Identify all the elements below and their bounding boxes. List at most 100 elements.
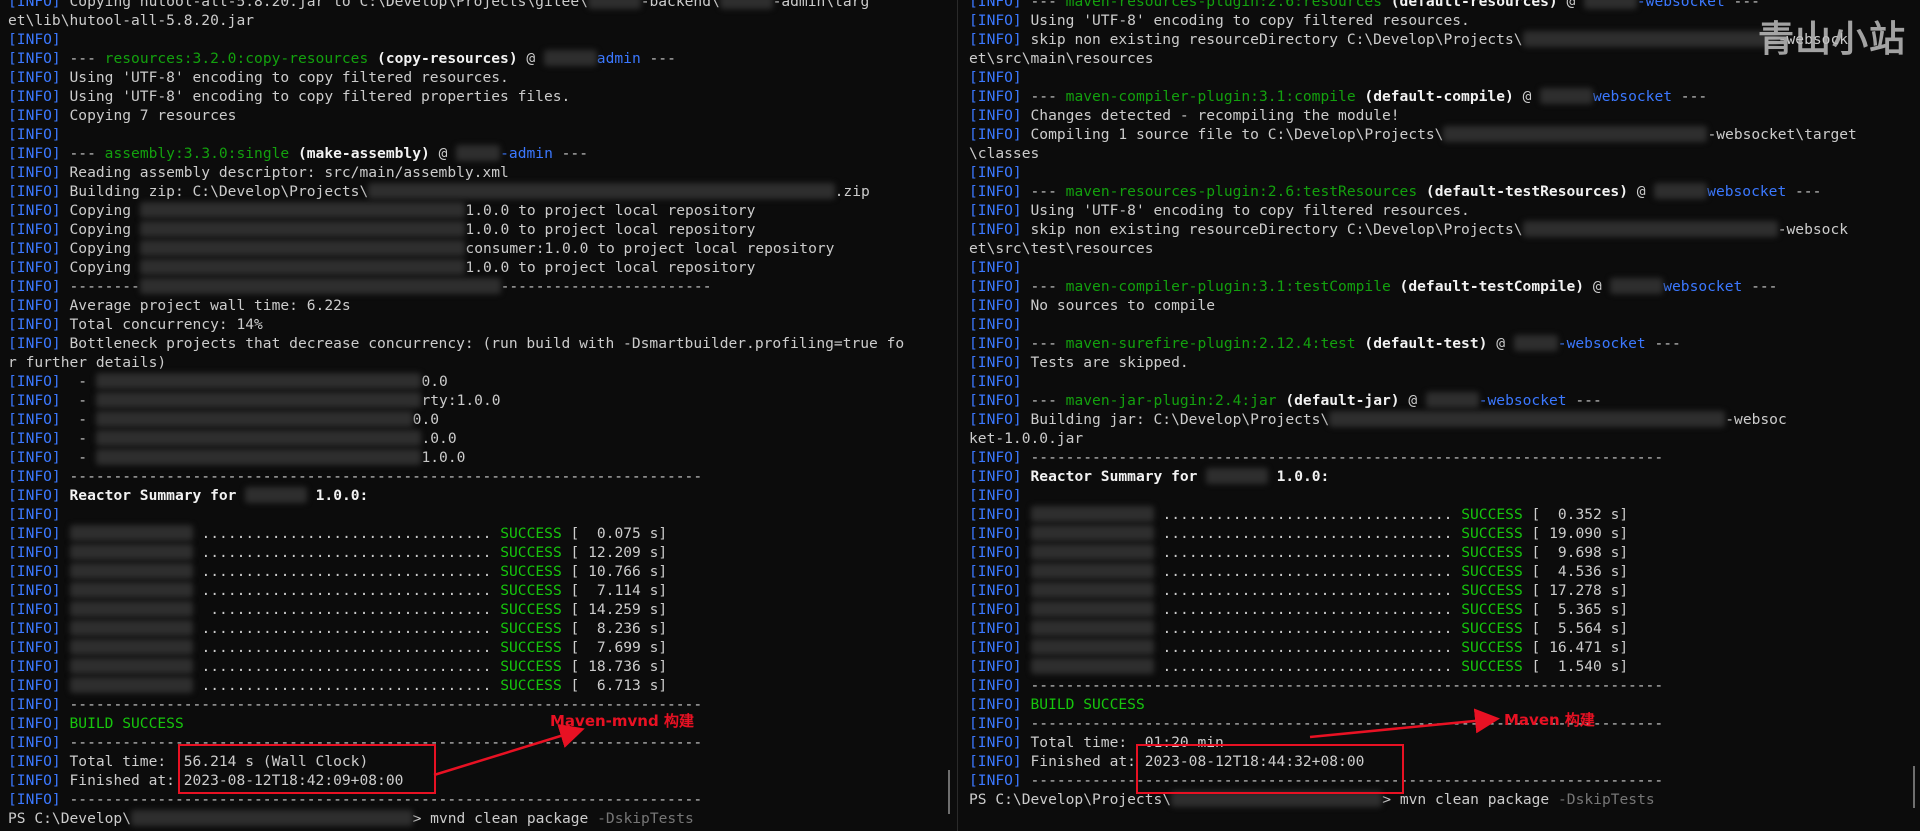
line-text: > mvn clean package	[1382, 791, 1559, 808]
line-text: 1.0.0 to project local repository	[465, 221, 756, 238]
line-text: -backend\	[640, 0, 720, 10]
line-text: Total concurrency: 14%	[69, 316, 263, 333]
line-text: ---	[1030, 392, 1066, 409]
line-text: -websocket	[1478, 392, 1567, 409]
terminal-line: et\src\main\resources	[969, 49, 1857, 68]
line-text: Reactor Summary for	[69, 487, 246, 504]
terminal-line: [INFO] ---------------------------------…	[8, 733, 904, 752]
terminal-line: [INFO] skip non existing resourceDirecto…	[969, 220, 1857, 239]
line-text: [ 5.365 s]	[1522, 601, 1629, 618]
scrollbar-left[interactable]	[948, 770, 950, 814]
line-text: maven-surefire-plugin:2.12.4:test	[1065, 335, 1356, 352]
line-text: et\src\test\resources	[969, 240, 1154, 257]
highlight-box-right	[1136, 744, 1404, 794]
line-text: Average project wall time: 6.22s	[69, 297, 351, 314]
line-text: [ 4.536 s]	[1522, 563, 1629, 580]
line-text: ----------------------------------------…	[1030, 677, 1664, 694]
line-text: consumer:1.0.0 to project local reposito…	[465, 240, 835, 257]
line-text: [INFO]	[969, 202, 1031, 219]
line-text: [INFO]	[969, 468, 1031, 485]
terminal-line: [INFO] Tests are skipped.	[969, 353, 1857, 372]
line-text: [INFO]	[969, 449, 1031, 466]
scrollbar-right[interactable]	[1913, 766, 1915, 808]
terminal-line: [INFO] .................................…	[969, 524, 1857, 543]
line-text: -websocket	[1557, 335, 1646, 352]
terminal-line: [INFO] - .0.0	[8, 429, 904, 448]
terminal-line: [INFO] Bottleneck projects that decrease…	[8, 334, 904, 353]
redacted-text	[719, 0, 773, 9]
terminal-pane-left[interactable]: [INFO] Copying hutool-all-5.8.20.jar to …	[0, 0, 952, 831]
terminal-line: [INFO] - 1.0.0	[8, 448, 904, 467]
line-text: [ 12.209 s]	[561, 544, 668, 561]
line-text: [INFO]	[8, 753, 70, 770]
annotation-right: Maven 构建	[1504, 711, 1595, 729]
line-text: [ 6.713 s]	[561, 677, 668, 694]
line-text: Changes detected - recompiling the modul…	[1030, 107, 1400, 124]
line-text: [INFO]	[8, 563, 70, 580]
line-text: .................................	[1153, 639, 1462, 656]
line-text: [INFO]	[969, 734, 1031, 751]
line-text: [INFO]	[969, 278, 1031, 295]
redacted-text	[1030, 658, 1154, 674]
line-text: [INFO]	[8, 620, 70, 637]
line-text: .................................	[192, 525, 501, 542]
terminal-line: [INFO] .................................…	[969, 543, 1857, 562]
line-text: [INFO]	[969, 259, 1022, 276]
terminal-line: [INFO] .................................…	[969, 619, 1857, 638]
line-text: No sources to compile	[1030, 297, 1216, 314]
line-text: [INFO]	[8, 278, 70, 295]
line-text: (make-assembly)	[289, 145, 430, 162]
line-text: @	[1487, 335, 1514, 352]
line-text: [INFO]	[8, 791, 70, 808]
line-text: admin	[596, 50, 641, 67]
line-text: \classes	[969, 145, 1040, 162]
status-success: SUCCESS	[500, 639, 562, 656]
line-text: ---	[1030, 278, 1066, 295]
redacted-text	[139, 221, 466, 237]
terminal-line: [INFO]	[8, 125, 904, 144]
redacted-text	[69, 639, 193, 655]
line-text: [INFO]	[8, 601, 70, 618]
line-text: -websocket	[1636, 0, 1725, 10]
line-text: Compiling 1 source file to C:\Develop\Pr…	[1030, 126, 1444, 143]
redacted-text	[587, 0, 641, 9]
terminal-line: [INFO] - rty:1.0.0	[8, 391, 904, 410]
terminal-pane-right[interactable]: [INFO] --- maven-resources-plugin:2.6:re…	[961, 0, 1920, 831]
line-text: Reading assembly descriptor: src/main/as…	[69, 164, 509, 181]
line-text: [INFO]	[8, 468, 70, 485]
line-text: [ 8.236 s]	[561, 620, 668, 637]
terminal-line: [INFO] Average project wall time: 6.22s	[8, 296, 904, 315]
line-text: Copying	[69, 240, 140, 257]
terminal-line: [INFO] .................................…	[8, 619, 904, 638]
redacted-text	[1030, 639, 1154, 655]
redacted-text	[69, 658, 193, 674]
line-text: [INFO]	[8, 373, 70, 390]
terminal-line: [INFO] ---------------------------------…	[969, 448, 1857, 467]
line-text: [INFO]	[8, 183, 70, 200]
line-text: [INFO]	[969, 601, 1031, 618]
redacted-text	[95, 373, 422, 389]
line-text: [INFO]	[8, 31, 61, 48]
status-success: SUCCESS	[1461, 563, 1523, 580]
status-success: SUCCESS	[500, 658, 562, 675]
line-text: .................................	[192, 544, 501, 561]
terminal-line: [INFO] --- maven-surefire-plugin:2.12.4:…	[969, 334, 1857, 353]
line-text: [ 0.352 s]	[1522, 506, 1629, 523]
line-text: [INFO]	[8, 487, 70, 504]
line-text: Building jar: C:\Develop\Projects\	[1030, 411, 1330, 428]
redacted-text	[1030, 582, 1154, 598]
redacted-text	[95, 411, 413, 427]
redacted-text	[1030, 544, 1154, 560]
terminal-line: [INFO] .................................…	[969, 562, 1857, 581]
line-text: @	[1584, 278, 1611, 295]
redacted-text	[95, 430, 422, 446]
line-text: rty:1.0.0	[421, 392, 501, 409]
line-text: Using 'UTF-8' encoding to copy filtered …	[1030, 12, 1470, 29]
line-text: .................................	[192, 582, 501, 599]
redacted-text	[139, 259, 466, 275]
line-text: -DskipTests	[1558, 791, 1655, 808]
line-text: ---	[1030, 335, 1066, 352]
line-text: [INFO]	[969, 31, 1031, 48]
redacted-text	[69, 677, 193, 693]
line-text: .................................	[1153, 506, 1462, 523]
